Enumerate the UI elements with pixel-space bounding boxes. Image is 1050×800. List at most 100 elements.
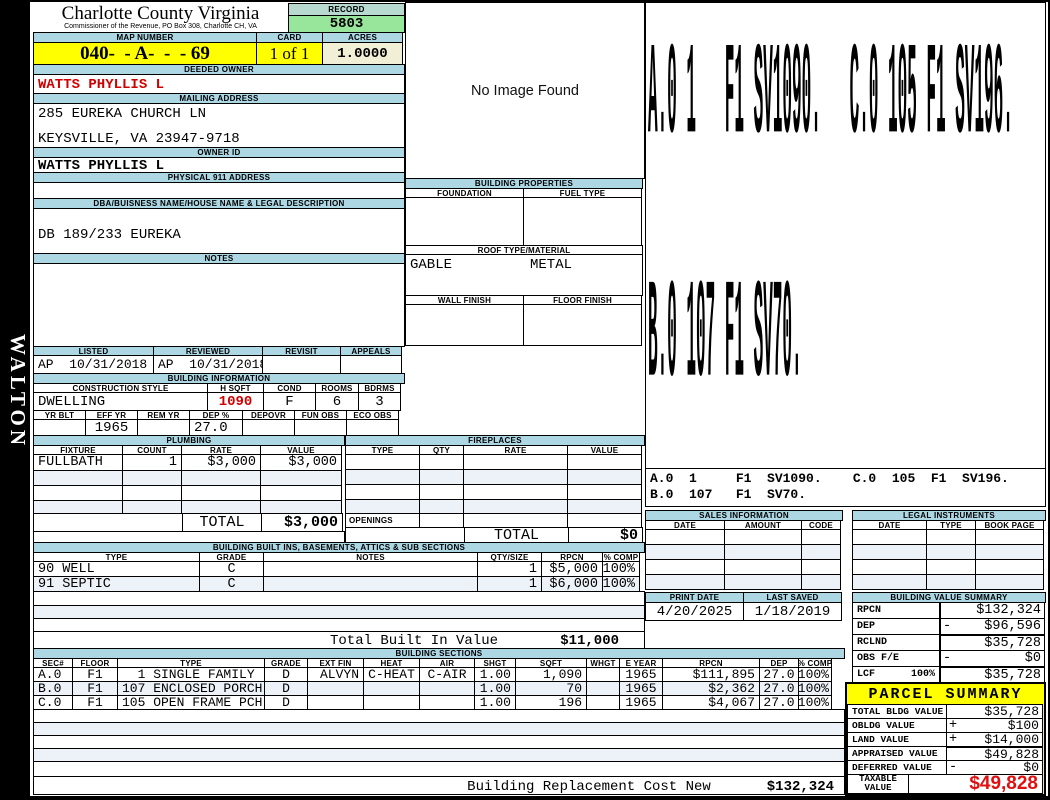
parcel-row: TOTAL BLDG VALUE $35,728 <box>847 704 1044 719</box>
county-title: Charlotte County Virginia <box>33 3 288 23</box>
roof-material-value: METAL <box>530 257 572 273</box>
bs-dep: 27.0 <box>759 695 799 710</box>
bs-type: 105 OPEN FRAME PCH <box>117 695 265 710</box>
vs-value: $96,596 <box>955 619 1044 634</box>
sales-empty-row <box>645 574 843 590</box>
revisit-value <box>262 355 341 374</box>
bs-sec: C.0 <box>33 695 73 710</box>
built-in-notes <box>263 561 478 577</box>
bs-extfin: ALVYN <box>307 667 364 682</box>
parcel-row: DEFERRED VALUE -$0 <box>847 760 1044 775</box>
parcel-value: $49,828 <box>960 747 1042 762</box>
bs-rpcn: $2,362 <box>662 681 760 696</box>
replacement-cost-label: Building Replacement Cost New <box>464 779 714 795</box>
bs-empty-row <box>33 748 845 762</box>
print-date-value: 4/20/2025 <box>645 602 744 621</box>
vs-label: DEP <box>852 618 940 635</box>
bs-whgt <box>586 667 620 682</box>
plumbing-value: $3,000 <box>260 454 342 471</box>
sketch-vector-line2: B.0 107 F1 SV70. <box>648 269 802 419</box>
bs-heat <box>363 695 420 710</box>
built-in-grade: C <box>199 561 264 577</box>
parcel-label: OBLDG VALUE <box>847 718 947 733</box>
fireplaces-openings-row: OPENINGS <box>345 513 645 528</box>
vs-label: OBS F/E <box>852 650 940 667</box>
built-in-rpcn: $6,000 <box>541 576 603 592</box>
sales-empty-row <box>645 544 843 560</box>
bs-grade: D <box>264 695 308 710</box>
parcel-row: APPRAISED VALUE $49,828 <box>847 746 1044 761</box>
dep-value: 27.0 <box>189 419 243 436</box>
deeded-owner-value: WATTS PHYLLIS L <box>33 74 405 94</box>
value-summary-row: RPCN $132,324 <box>852 602 1046 619</box>
bdrms-value: 3 <box>358 392 401 411</box>
listed-value: AP 10/31/2018 <box>33 355 154 374</box>
parcel-value: $14,000 <box>960 732 1042 747</box>
bs-floor: F1 <box>72 695 118 710</box>
bs-heat <box>363 681 420 696</box>
parcel-label: APPRAISED VALUE <box>847 746 947 761</box>
built-ins-empty-row <box>33 618 645 632</box>
mailing-line2: KEYSVILLE, VA 23947-9718 <box>38 131 240 147</box>
bs-sqft: 70 <box>515 681 587 696</box>
card-value: 1 of 1 <box>256 42 323 65</box>
cond-value: F <box>263 392 316 411</box>
taxable-row: TAXABLE VALUE $49,828 <box>847 774 1044 794</box>
notes-block <box>33 263 405 347</box>
bs-extfin <box>307 681 364 696</box>
parcel-op: + <box>947 732 960 747</box>
vs-value: $35,728 <box>955 636 1044 651</box>
vs-value: $35,728 <box>955 668 1044 683</box>
bs-eyear: 1965 <box>619 695 663 710</box>
parcel-value: $100 <box>960 718 1042 733</box>
bs-comp: 100% <box>798 667 832 682</box>
physical-address-value <box>33 182 405 199</box>
value-summary-row: OBS F/E -$0 <box>852 650 1046 667</box>
vs-value: $132,324 <box>955 603 1044 618</box>
taxable-value: $49,828 <box>908 774 1043 794</box>
fuel-type-value <box>523 197 642 246</box>
bs-floor: F1 <box>72 681 118 696</box>
parcel-op: - <box>947 760 960 775</box>
built-in-rpcn: $5,000 <box>541 561 603 577</box>
sketch-description: A.0 1 F1 SV1090. C.0 105 F1 SV196. B.0 1… <box>645 468 1046 507</box>
rooms-value: 6 <box>315 392 359 411</box>
last-saved-value: 1/18/2019 <box>743 602 842 621</box>
vs-value: $0 <box>955 651 1044 666</box>
bs-extfin <box>307 695 364 710</box>
fireplaces-empty-row <box>345 499 645 514</box>
built-ins-empty-row <box>33 591 645 606</box>
bs-comp: 100% <box>798 695 832 710</box>
bs-grade: D <box>264 667 308 682</box>
building-section-row: A.0 F1 1 SINGLE FAMILY D ALVYN C-HEAT C-… <box>33 667 845 682</box>
parcel-row: LAND VALUE +$14,000 <box>847 732 1044 747</box>
construction-style-value: DWELLING <box>33 392 208 411</box>
plumbing-count: 1 <box>122 454 182 471</box>
bs-shgt: 1.00 <box>474 667 516 682</box>
bs-sqft: 1,090 <box>515 667 587 682</box>
photo-box: No Image Found <box>405 2 645 179</box>
plumbing-total-row: TOTAL $3,000 <box>33 513 345 532</box>
bs-dep: 27.0 <box>759 667 799 682</box>
parcel-summary-title: PARCEL SUMMARY <box>847 686 1044 703</box>
funobs-value <box>294 419 347 436</box>
mailing-address-block: 285 EUREKA CHURCH LN KEYSVILLE, VA 23947… <box>33 103 405 148</box>
appeals-value <box>340 355 402 374</box>
taxable-label: TAXABLE VALUE <box>847 774 909 794</box>
visits-value-row: AP 10/31/2018 AP 10/31/2018 <box>33 355 405 374</box>
legal-empty-row <box>852 529 1046 545</box>
built-ins-total-label: Total Built In Value <box>314 633 514 649</box>
hsqft-value: 1090 <box>207 392 264 411</box>
foundation-value <box>405 197 524 246</box>
built-in-comp: 100% <box>602 576 640 592</box>
parcel-label: LAND VALUE <box>847 732 947 747</box>
value-summary-row: RCLND $35,728 <box>852 634 1046 651</box>
built-ins-row: 90 WELL C 1 $5,000 100% <box>33 561 645 577</box>
bs-empty-row <box>33 761 845 777</box>
owner-id-value: WATTS PHYLLIS L <box>33 157 405 173</box>
bs-sqft: 196 <box>515 695 587 710</box>
bs-type: 107 ENCLOSED PORCH <box>117 681 265 696</box>
value-summary-row: DEP -$96,596 <box>852 618 1046 635</box>
no-image-text: No Image Found <box>471 83 579 99</box>
plumbing-total-label: TOTAL <box>182 513 262 532</box>
